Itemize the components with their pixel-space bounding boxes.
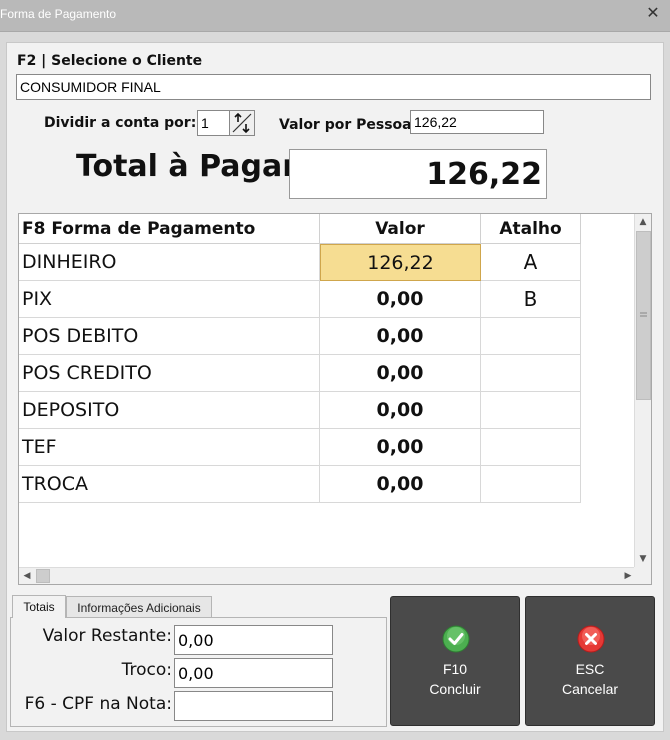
valor-pessoa-label: Valor por Pessoa:	[279, 117, 418, 133]
cancelar-button[interactable]: ESC Cancelar	[525, 596, 655, 726]
troco-input[interactable]: 0,00	[174, 658, 333, 688]
scroll-down-icon[interactable]: ▼	[635, 551, 651, 567]
horizontal-scroll-thumb[interactable]	[36, 569, 50, 583]
concluir-key: F10	[442, 661, 468, 677]
table-row[interactable]: TROCA 0,00	[19, 466, 581, 503]
totais-tab-page: Valor Restante: 0,00 Troco: 0,00 F6 - CP…	[10, 617, 387, 727]
concluir-label: Concluir	[429, 681, 481, 697]
payment-name: DEPOSITO	[19, 392, 320, 429]
cliente-label: F2 | Selecione o Cliente	[17, 53, 203, 69]
dividir-value: 1	[201, 115, 209, 131]
payment-name: TROCA	[19, 466, 320, 503]
valor-restante-label: Valor Restante:	[42, 626, 172, 646]
payment-value[interactable]: 0,00	[320, 429, 481, 466]
payment-value-selected[interactable]: 126,22	[320, 244, 481, 281]
payment-name: DINHEIRO	[19, 244, 320, 281]
payment-shortcut	[481, 466, 581, 503]
tab-totais[interactable]: Totais	[12, 595, 66, 618]
tab-informacoes-adicionais[interactable]: Informações Adicionais	[66, 596, 212, 618]
cancelar-key: ESC	[575, 661, 605, 677]
valor-pessoa-value: 126,22	[414, 114, 457, 130]
payment-shortcut: B	[481, 281, 581, 318]
payment-shortcut	[481, 318, 581, 355]
window-title: Forma de Pagamento	[0, 7, 117, 21]
valor-restante-value: 0,00	[178, 630, 214, 650]
vertical-scrollbar[interactable]: ▲ ▼	[634, 214, 651, 567]
cpf-label: F6 - CPF na Nota:	[24, 694, 172, 714]
payment-name: POS CREDITO	[19, 355, 320, 392]
total-value: 126,22	[426, 156, 542, 192]
x-circle-icon	[577, 625, 605, 653]
troco-label: Troco:	[121, 660, 172, 680]
payment-value[interactable]: 0,00	[320, 355, 481, 392]
payment-name: TEF	[19, 429, 320, 466]
table-row[interactable]: POS DEBITO 0,00	[19, 318, 581, 355]
valor-restante-input[interactable]: 0,00	[174, 625, 333, 655]
total-label: Total à Pagar:	[76, 149, 310, 184]
close-icon[interactable]: ✕	[644, 4, 662, 22]
payment-value[interactable]: 0,00	[320, 392, 481, 429]
payment-shortcut	[481, 429, 581, 466]
scroll-corner	[634, 567, 651, 584]
table-row[interactable]: DEPOSITO 0,00	[19, 392, 581, 429]
payment-grid[interactable]: F8 Forma de Pagamento Valor Atalho DINHE…	[18, 213, 652, 585]
horizontal-scrollbar[interactable]: ◀ ▶	[19, 567, 636, 584]
troco-value: 0,00	[178, 663, 214, 683]
check-circle-icon	[442, 625, 470, 653]
table-row[interactable]: POS CREDITO 0,00	[19, 355, 581, 392]
cliente-value: CONSUMIDOR FINAL	[20, 79, 161, 95]
payment-value[interactable]: 0,00	[320, 281, 481, 318]
scroll-left-icon[interactable]: ◀	[19, 568, 35, 584]
col-header-atalho[interactable]: Atalho	[481, 214, 581, 244]
col-header-forma[interactable]: F8 Forma de Pagamento	[19, 214, 320, 244]
payment-value[interactable]: 0,00	[320, 318, 481, 355]
total-value-box: 126,22	[289, 149, 547, 199]
table-row[interactable]: TEF 0,00	[19, 429, 581, 466]
title-bar: Forma de Pagamento ✕	[0, 0, 670, 32]
main-panel: F2 | Selecione o Cliente CONSUMIDOR FINA…	[6, 42, 664, 732]
payment-shortcut	[481, 392, 581, 429]
table-row[interactable]: PIX 0,00 B	[19, 281, 581, 318]
payment-shortcut: A	[481, 244, 581, 281]
col-header-valor[interactable]: Valor	[320, 214, 481, 244]
scroll-up-icon[interactable]: ▲	[635, 214, 651, 230]
spinner-arrows-icon[interactable]	[229, 110, 255, 136]
cpf-input[interactable]	[174, 691, 333, 721]
payment-name: POS DEBITO	[19, 318, 320, 355]
cancelar-label: Cancelar	[561, 681, 619, 697]
vertical-scroll-thumb[interactable]	[636, 231, 651, 400]
payment-shortcut	[481, 355, 581, 392]
cliente-input[interactable]: CONSUMIDOR FINAL	[16, 74, 651, 100]
table-row[interactable]: DINHEIRO 126,22 A	[19, 244, 581, 281]
valor-pessoa-input[interactable]: 126,22	[410, 110, 544, 134]
concluir-button[interactable]: F10 Concluir	[390, 596, 520, 726]
payment-value[interactable]: 0,00	[320, 466, 481, 503]
payment-name: PIX	[19, 281, 320, 318]
dividir-label: Dividir a conta por:	[44, 115, 197, 131]
dividir-input[interactable]: 1	[197, 110, 230, 136]
